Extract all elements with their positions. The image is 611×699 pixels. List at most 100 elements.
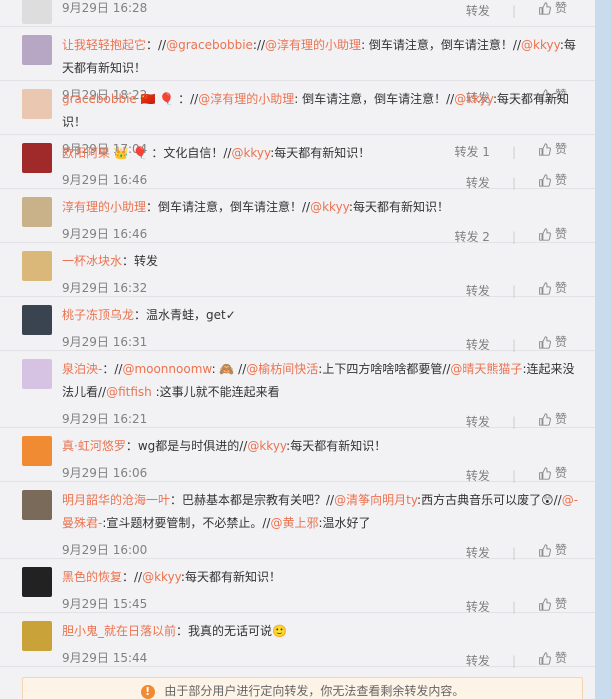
text-segment: ：转发 — [122, 254, 159, 268]
thumbs-up-icon — [539, 413, 551, 426]
mention-link[interactable]: @榆枋间快活 — [246, 362, 318, 376]
thumbs-up-icon — [539, 336, 551, 349]
text-segment: : 🙈 // — [211, 362, 247, 376]
repost-text: 淳有理的小助理：倒车请注意，倒车请注意！//@kkyy:每天都有新知识！ — [62, 196, 585, 219]
username-link[interactable]: 明月韶华的沧海一叶 — [62, 493, 170, 507]
text-segment: 👑 🎈 ：文化自信！// — [110, 146, 232, 160]
mention-link[interactable]: @fitfish — [106, 385, 152, 399]
username-link[interactable]: 泉泊泱- — [62, 362, 102, 376]
repost-meta: 9月29日 15:44 转发 | 赞 — [62, 643, 585, 671]
forward-button[interactable]: 转发 — [466, 469, 490, 483]
mention-link[interactable]: @晴天熊猫子 — [450, 362, 522, 376]
repost-text: 黑色的恢复：//@kkyy:每天都有新知识！ — [62, 566, 585, 589]
avatar[interactable] — [22, 251, 52, 281]
divider: | — [511, 600, 516, 614]
hidden-reposts-notice: ! 由于部分用户进行定向转发，你无法查看剩余转发内容。 — [22, 677, 583, 699]
timestamp[interactable]: 9月29日 15:44 — [62, 647, 147, 670]
repost-item: 黑色的恢复：//@kkyy:每天都有新知识！ 9月29日 15:45 转发 | 赞 — [0, 559, 595, 614]
avatar[interactable] — [22, 143, 52, 173]
forward-button[interactable]: 转发 — [466, 415, 490, 429]
mention-link[interactable]: @清筝向明月ty — [334, 493, 417, 507]
username-link[interactable]: 胆小鬼_就在日落以前 — [62, 624, 176, 638]
forward-button[interactable]: 转发 2 — [454, 230, 489, 244]
repost-text: 泉泊泱-：//@moonnoomw: 🙈 //@榆枋间快活:上下四方啥啥啥都要管… — [62, 358, 585, 404]
like-button[interactable]: 赞 — [538, 647, 567, 670]
thumbs-up-icon — [539, 598, 551, 611]
mention-link[interactable]: @kkyy — [310, 200, 349, 214]
forward-button[interactable]: 转发 — [466, 546, 490, 560]
mention-link[interactable]: @kkyy — [521, 38, 560, 52]
divider: | — [511, 654, 516, 668]
avatar[interactable] — [22, 35, 52, 65]
username-link[interactable]: 一杯冰块水 — [62, 254, 122, 268]
username-link[interactable]: 欧阳阿果 — [62, 146, 110, 160]
repost-panel: 9月29日 16:28 转发 | 赞让我轻轻抱起它：//@gracebobbie://… — [0, 0, 595, 699]
repost-item: 欧阳阿果 👑 🎈 ：文化自信！//@kkyy:每天都有新知识！ 9月29日 16:… — [0, 135, 595, 190]
repost-item: 一杯冰块水：转发 9月29日 16:32 转发 | 赞 — [0, 243, 595, 298]
repost-text: 让我轻轻抱起它：//@gracebobbie://@淳有理的小助理: 倒车请注意… — [62, 34, 585, 80]
thumbs-up-icon — [539, 282, 551, 295]
mention-link[interactable]: @淳有理的小助理 — [265, 38, 361, 52]
text-segment: :每天都有新知识！ — [270, 146, 371, 160]
forward-button[interactable]: 转发 — [466, 338, 490, 352]
avatar[interactable] — [22, 436, 52, 466]
mention-link[interactable]: @moonnoomw — [122, 362, 211, 376]
text-segment: ：wg都是与时俱进的// — [125, 439, 248, 453]
avatar[interactable] — [22, 621, 52, 651]
repost-item: 胆小鬼_就在日落以前：我真的无话可说🙂 9月29日 15:44 转发 | 赞 — [0, 613, 595, 668]
username-link[interactable]: 黑色的恢复 — [62, 570, 122, 584]
repost-content: 9月29日 16:28 转发 | 赞 — [62, 0, 595, 21]
forward-button[interactable]: 转发 — [466, 176, 490, 190]
mention-link[interactable]: @kkyy — [142, 570, 181, 584]
repost-item: 明月韶华的沧海一叶：巴赫基本都是宗教有关吧？//@清筝向明月ty:西方古典音乐可… — [0, 482, 595, 560]
repost-list: 9月29日 16:28 转发 | 赞让我轻轻抱起它：//@gracebobbie://… — [0, 0, 595, 668]
text-segment: :宣斗题材要管制，不必禁止。// — [102, 516, 271, 530]
forward-button[interactable]: 转发 — [466, 654, 490, 668]
username-link[interactable]: gracebobbie — [62, 92, 137, 106]
forward-button[interactable]: 转发 — [466, 600, 490, 614]
mention-link[interactable]: @kkyy — [454, 92, 493, 106]
mention-link[interactable]: @淳有理的小助理 — [198, 92, 294, 106]
avatar[interactable] — [22, 490, 52, 520]
forward-button[interactable]: 转发 — [466, 4, 490, 18]
repost-content: 明月韶华的沧海一叶：巴赫基本都是宗教有关吧？//@清筝向明月ty:西方古典音乐可… — [62, 482, 595, 563]
mention-link[interactable]: @kkyy — [247, 439, 286, 453]
forward-button[interactable]: 转发 — [466, 284, 490, 298]
avatar[interactable] — [22, 197, 52, 227]
divider: | — [511, 176, 516, 190]
thumbs-up-icon — [539, 467, 551, 480]
timestamp[interactable]: 9月29日 16:28 — [62, 0, 147, 20]
avatar[interactable] — [22, 359, 52, 389]
avatar[interactable] — [22, 567, 52, 597]
notice-text: 由于部分用户进行定向转发，你无法查看剩余转发内容。 — [164, 684, 465, 698]
text-segment: :每天都有新知识！ — [286, 439, 387, 453]
text-segment: :这事儿就不能连起来看 — [151, 385, 280, 399]
text-segment: // — [256, 38, 266, 52]
text-segment: : 倒车请注意，倒车请注意！// — [294, 92, 455, 106]
repost-meta: 9月29日 16:28 转发 | 赞 — [62, 0, 585, 21]
divider: | — [511, 4, 516, 18]
username-link[interactable]: 淳有理的小助理 — [62, 200, 146, 214]
avatar[interactable] — [22, 0, 52, 24]
username-link[interactable]: 桃子冻顶乌龙 — [62, 308, 134, 322]
username-link[interactable]: 真·虹河悠罗 — [62, 439, 126, 453]
warning-icon: ! — [140, 684, 155, 699]
avatar[interactable] — [22, 305, 52, 335]
like-button[interactable]: 赞 — [538, 0, 567, 20]
avatar[interactable] — [22, 89, 52, 119]
repost-actions: 转发 | 赞 — [466, 647, 567, 673]
thumbs-up-icon — [539, 228, 551, 241]
thumbs-up-icon — [539, 174, 551, 187]
repost-item: gracebobbie 🇨🇳 🎈 ：//@淳有理的小助理: 倒车请注意，倒车请注… — [0, 81, 595, 159]
divider: | — [511, 415, 516, 429]
mention-link[interactable]: @kkyy — [231, 146, 270, 160]
username-link[interactable]: 让我轻轻抱起它 — [62, 38, 146, 52]
repost-content: 泉泊泱-：//@moonnoomw: 🙈 //@榆枋间快活:上下四方啥啥啥都要管… — [62, 351, 595, 432]
mention-link[interactable]: @gracebobbie — [166, 38, 253, 52]
mention-link[interactable]: @黄上邪 — [270, 516, 318, 530]
text-segment: : 倒车请注意，倒车请注意！// — [361, 38, 522, 52]
text-segment: :温水好了 — [318, 516, 371, 530]
thumbs-up-icon — [539, 652, 551, 665]
text-segment: ：// — [102, 362, 123, 376]
text-segment: ：巴赫基本都是宗教有关吧？// — [170, 493, 335, 507]
